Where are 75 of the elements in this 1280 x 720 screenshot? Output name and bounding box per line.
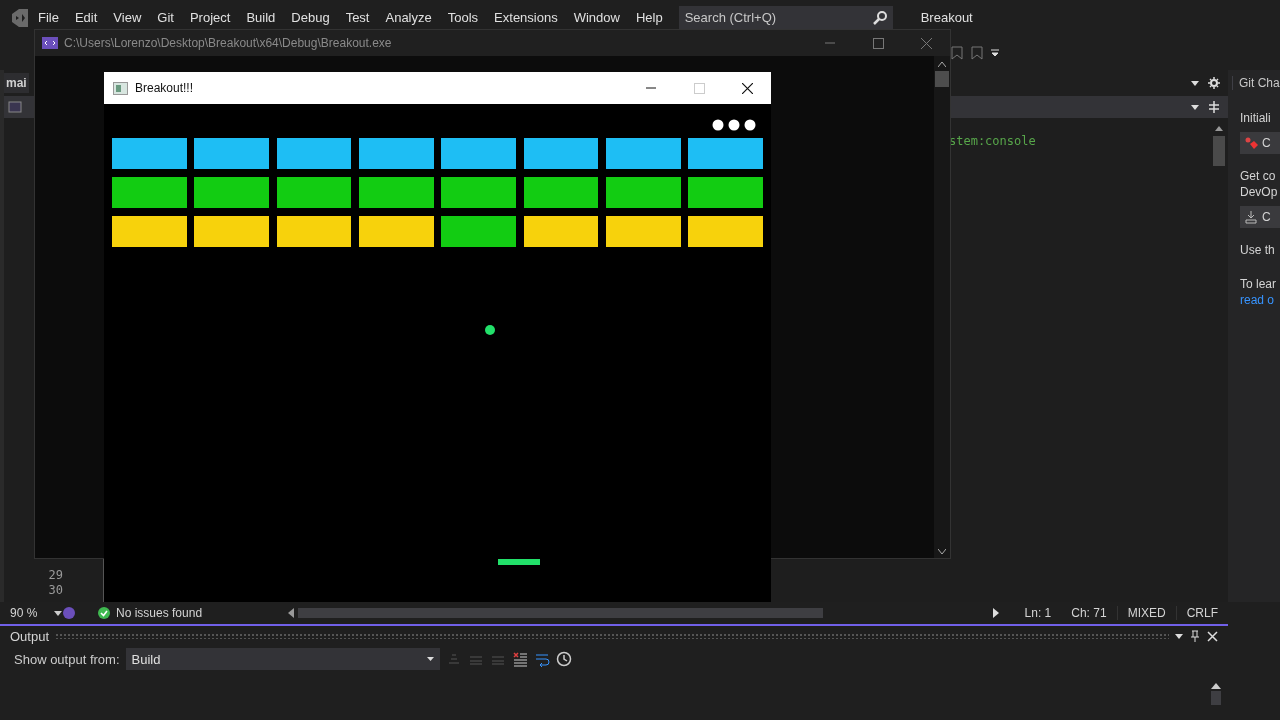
panel-text: Use th xyxy=(1240,242,1276,258)
life-icon xyxy=(712,119,724,131)
maximize-icon[interactable] xyxy=(872,37,884,49)
dropdown-icon[interactable] xyxy=(54,610,62,616)
dropdown-icon[interactable] xyxy=(1190,79,1200,87)
whitespace-mode[interactable]: MIXED xyxy=(1116,606,1176,620)
window-title: Breakout!!! xyxy=(135,81,194,95)
console-icon xyxy=(42,37,58,49)
settings-icon[interactable] xyxy=(1208,77,1220,89)
app-icon xyxy=(113,81,128,95)
menu-item[interactable]: Analyze xyxy=(377,10,440,25)
menu-item[interactable]: File xyxy=(30,10,67,25)
split-icon[interactable] xyxy=(1208,101,1220,113)
scroll-up-icon[interactable] xyxy=(1214,124,1224,132)
menu-item[interactable]: Window xyxy=(565,10,628,25)
scrollbar-thumb[interactable] xyxy=(1210,682,1222,705)
panel-text: Initiali xyxy=(1240,110,1272,126)
line-endings[interactable]: CRLF xyxy=(1175,606,1228,620)
solution-title: Breakout xyxy=(920,10,973,25)
bookmark-icon[interactable] xyxy=(970,45,984,60)
column-position[interactable]: Ch: 71 xyxy=(1061,606,1117,620)
overflow-icon[interactable] xyxy=(990,47,1000,58)
scroll-left-icon[interactable] xyxy=(287,608,294,618)
menu-item[interactable]: Debug xyxy=(283,10,338,25)
scrollbar-thumb[interactable] xyxy=(935,71,949,87)
field-label: Show output from: xyxy=(14,651,120,667)
scrollbar-thumb[interactable] xyxy=(297,608,823,618)
scroll-up-icon[interactable] xyxy=(938,62,946,67)
app-logo xyxy=(10,7,30,28)
dropdown-icon[interactable] xyxy=(1190,103,1200,111)
menu-item[interactable]: Project xyxy=(181,10,239,25)
zoom-level[interactable]: 90 % xyxy=(10,606,54,620)
tag-icon xyxy=(1244,136,1258,150)
output-source-dropdown[interactable]: Build xyxy=(125,648,440,670)
file-tab[interactable]: mai xyxy=(4,73,29,93)
caret-icon xyxy=(426,657,434,661)
panel-title: Output xyxy=(10,628,50,644)
check-icon xyxy=(98,607,110,619)
life-icon xyxy=(728,119,740,131)
panel-button[interactable]: C xyxy=(1240,206,1280,228)
scroll-right-icon[interactable] xyxy=(992,608,999,618)
panel-tab[interactable]: Git Cha xyxy=(1232,76,1280,90)
word-wrap-icon[interactable] xyxy=(533,651,550,667)
search-icon xyxy=(872,10,887,25)
code-line: stem:console xyxy=(949,134,1036,148)
panel-button[interactable]: C xyxy=(1240,132,1280,154)
menu-item[interactable]: Tools xyxy=(439,10,487,25)
pin-icon[interactable] xyxy=(1189,630,1201,642)
line-number: 29 xyxy=(48,568,63,583)
life-icon xyxy=(744,119,756,131)
search-field[interactable]: Search (Ctrl+Q) xyxy=(678,5,893,30)
ball xyxy=(485,325,495,335)
menu-item[interactable]: Extensions xyxy=(486,10,566,25)
scroll-down-icon[interactable] xyxy=(938,549,946,554)
line-position[interactable]: Ln: 1 xyxy=(1014,606,1062,620)
close-icon[interactable] xyxy=(741,82,753,94)
download-icon xyxy=(1244,210,1258,224)
file-icon xyxy=(8,101,22,113)
paddle xyxy=(498,559,540,565)
clock-icon[interactable] xyxy=(555,651,572,667)
menu-item[interactable]: Edit xyxy=(66,10,106,25)
menu-item[interactable]: Build xyxy=(238,10,284,25)
issues-status[interactable]: No issues found xyxy=(116,606,203,620)
scrollbar-thumb[interactable] xyxy=(1213,136,1225,166)
link[interactable]: read o xyxy=(1240,292,1280,308)
panel-text: To lear xyxy=(1240,276,1278,292)
window-title: C:\Users\Lorenzo\Desktop\Breakout\x64\Debug\Breakout.exe xyxy=(64,36,392,50)
panel-text: Get co DevOp xyxy=(1240,168,1279,200)
line-number: 30 xyxy=(48,583,63,598)
menu-item[interactable]: View xyxy=(105,10,150,25)
menu-item[interactable]: Help xyxy=(627,10,671,25)
dropdown-icon[interactable] xyxy=(1175,633,1183,639)
clear-all-icon[interactable] xyxy=(511,651,528,667)
menu-item[interactable]: Git xyxy=(149,10,182,25)
menu-item[interactable]: Test xyxy=(337,10,378,25)
